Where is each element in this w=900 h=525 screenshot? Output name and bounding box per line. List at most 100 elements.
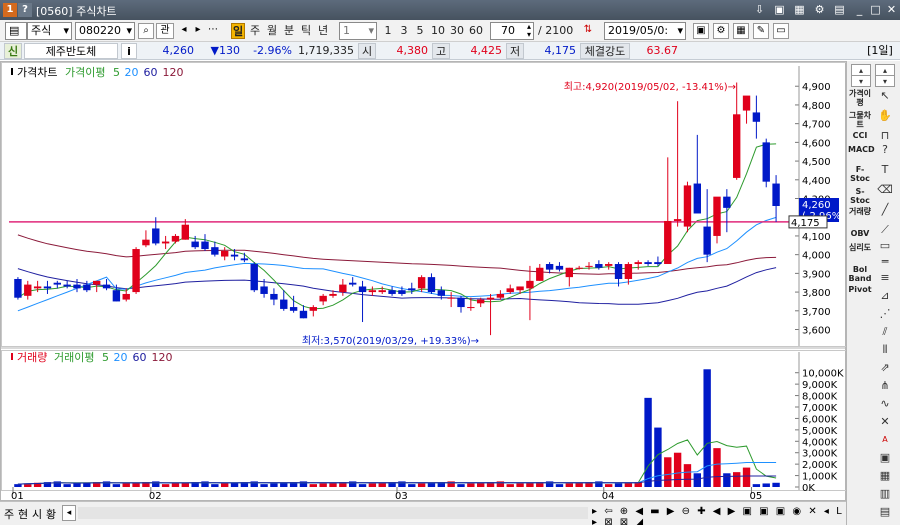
vol-ma5-line [17, 439, 777, 485]
tab-current[interactable]: 현 [18, 506, 28, 522]
indicator-sstoc[interactable]: S-Stoc [848, 187, 872, 205]
date-input[interactable]: 2019/05/0: ▾ [604, 22, 686, 40]
wave-icon[interactable]: ∿ [876, 395, 894, 413]
preset-1[interactable]: 1 [382, 23, 394, 39]
preset-30[interactable]: 30 [449, 23, 465, 39]
candle-body [713, 196, 721, 236]
chart-area[interactable]: 가격차트 가격이평 5 20 60 120 거래량 거래이평 5 20 60 120 4,900 4,80… [0, 61, 847, 502]
pin-icon[interactable]: ⇩ [752, 2, 767, 17]
low-price: 4,175 [544, 44, 577, 57]
indicator-obv[interactable]: OBV [848, 229, 872, 238]
tab-stock[interactable]: 주 [4, 506, 14, 522]
count-input[interactable]: 70 ▴ ▾ [490, 22, 534, 40]
indicator-volume[interactable]: 거래량 [848, 207, 872, 216]
save-icon[interactable]: ▣ [693, 23, 709, 39]
market-select[interactable]: 주식 ▾ [27, 22, 72, 40]
volume-bar [427, 482, 436, 487]
tab-market[interactable]: 시 [32, 506, 42, 522]
toolbar-menu[interactable]: ▤ [5, 22, 27, 40]
bar-chart-icon[interactable]: ▥ [876, 485, 894, 503]
indicator-psy[interactable]: 심리도 [848, 243, 872, 252]
maximize-icon[interactable]: □ [868, 2, 883, 17]
tab-month[interactable]: 월 [265, 23, 279, 39]
pitchfork-icon[interactable]: ⋔ [876, 377, 894, 395]
volume-bar [358, 484, 367, 487]
tool-icon[interactable]: ⚙ [713, 23, 729, 39]
tab-day[interactable]: 일 [231, 23, 245, 39]
candle-body [555, 265, 564, 270]
bar-tool-icon[interactable]: ⦀ [876, 341, 894, 359]
tab-year[interactable]: 년 [316, 23, 330, 39]
help-icon[interactable]: ? [18, 3, 32, 17]
eraser-icon[interactable]: ⌫ [876, 181, 894, 199]
line-icon[interactable]: ╱ [876, 201, 894, 219]
window-icon[interactable]: ▭ [773, 23, 789, 39]
calendar-icon[interactable]: ⇅ [580, 23, 596, 39]
config-icon[interactable]: ✎ [753, 23, 769, 39]
volume-bar [723, 473, 731, 487]
info-icon[interactable]: i [121, 43, 137, 59]
scroll-left-icon[interactable]: ◂ [62, 505, 76, 521]
horizontal-scrollbar[interactable] [78, 507, 588, 519]
market-value: 주식 [31, 24, 52, 37]
indicator-cci[interactable]: CCI [848, 131, 872, 140]
text-icon[interactable]: T [876, 161, 894, 179]
candle-body [83, 284, 91, 291]
chart-nav-icons[interactable]: ▸ ⇦ ⊕ ◀ ▬ ▶ ⊖ ✚ ◀ ▶ ▣ ▣ ▣ ◉ ✕ ◂ L ▸ ⊠ ⊠ … [592, 506, 846, 525]
arrow-up-icon[interactable]: ⇗ [876, 359, 894, 377]
candle-body [240, 258, 249, 261]
volume-bar [664, 457, 672, 487]
code-input[interactable]: 080220 ▾ [75, 22, 135, 40]
indicator-pivot[interactable]: Pivot [848, 285, 872, 294]
help-tool-icon[interactable]: ? [876, 141, 894, 159]
tile-icon[interactable]: ▦ [792, 2, 807, 17]
hand-icon[interactable]: ✋ [876, 107, 894, 125]
gann-icon[interactable]: ⊿ [876, 287, 894, 305]
preset-60[interactable]: 60 [468, 23, 484, 39]
next-icon[interactable]: ▸ [190, 23, 206, 39]
volume-bar [703, 369, 711, 487]
tab-week[interactable]: 주 [248, 23, 262, 39]
cursor-icon[interactable]: ↖ [876, 87, 894, 105]
settings-icon[interactable]: ⚙ [812, 2, 827, 17]
indicator-net[interactable]: 그물차트 [848, 111, 872, 129]
layout-icon[interactable]: ▦ [733, 23, 749, 39]
toolbar: ▤ 주식 ▾ 080220 ▾ ⌕ 관 ◂ ▸ ⋯ 일 주 월 분 틱 년 1 ▾ 1… [0, 20, 900, 42]
sidebar-down2-icon[interactable]: ▾ [875, 75, 895, 87]
candle-body [772, 183, 780, 206]
volume-tick-label: 10,000K [802, 369, 844, 380]
indicator-macd[interactable]: MACD [848, 145, 875, 154]
related-button[interactable]: 관 [156, 23, 174, 39]
grid-icon[interactable]: ▤ [876, 503, 894, 521]
tab-tick[interactable]: 틱 [299, 23, 313, 39]
expand-icon[interactable]: ⋯ [205, 23, 221, 39]
indicator-fstoc[interactable]: F-Stoc [848, 165, 872, 183]
candle-body [181, 224, 189, 240]
auto-icon[interactable]: A [876, 431, 894, 449]
tab-status[interactable]: 황 [46, 506, 56, 522]
screen-tool-icon[interactable]: ▣ [876, 449, 894, 467]
indicator-bollinger[interactable]: Bol Band [848, 265, 872, 283]
preset-3[interactable]: 3 [398, 23, 410, 39]
search-icon[interactable]: ⌕ [138, 23, 154, 39]
preset-10[interactable]: 10 [430, 23, 446, 39]
print-icon[interactable]: ▤ [832, 2, 847, 17]
stock-chart[interactable]: 가격차트 가격이평 5 20 60 120 거래량 거래이평 5 20 60 120 4,900 4,80… [1, 62, 847, 502]
candle-body [102, 284, 111, 289]
indicator-ma[interactable]: 가격이평 [848, 89, 872, 107]
candle-body [132, 249, 140, 293]
candle-body [644, 262, 652, 265]
minimize-icon[interactable]: _ [852, 2, 867, 17]
period-select[interactable]: 1 ▾ [339, 22, 377, 40]
fan-icon[interactable]: ⋰ [876, 305, 894, 323]
tab-minute[interactable]: 분 [282, 23, 296, 39]
preset-5[interactable]: 5 [414, 23, 426, 39]
screen-icon[interactable]: ▣ [772, 2, 787, 17]
close-icon[interactable]: ✕ [884, 2, 899, 17]
fibonacci-icon[interactable]: ≡ [876, 269, 894, 287]
strength-label: 체결강도 [580, 43, 630, 59]
cross-icon[interactable]: ✕ [876, 413, 894, 431]
channel-icon[interactable]: ⫽ [876, 323, 894, 341]
sidebar-down-icon[interactable]: ▾ [851, 75, 871, 87]
table-icon[interactable]: ▦ [876, 467, 894, 485]
